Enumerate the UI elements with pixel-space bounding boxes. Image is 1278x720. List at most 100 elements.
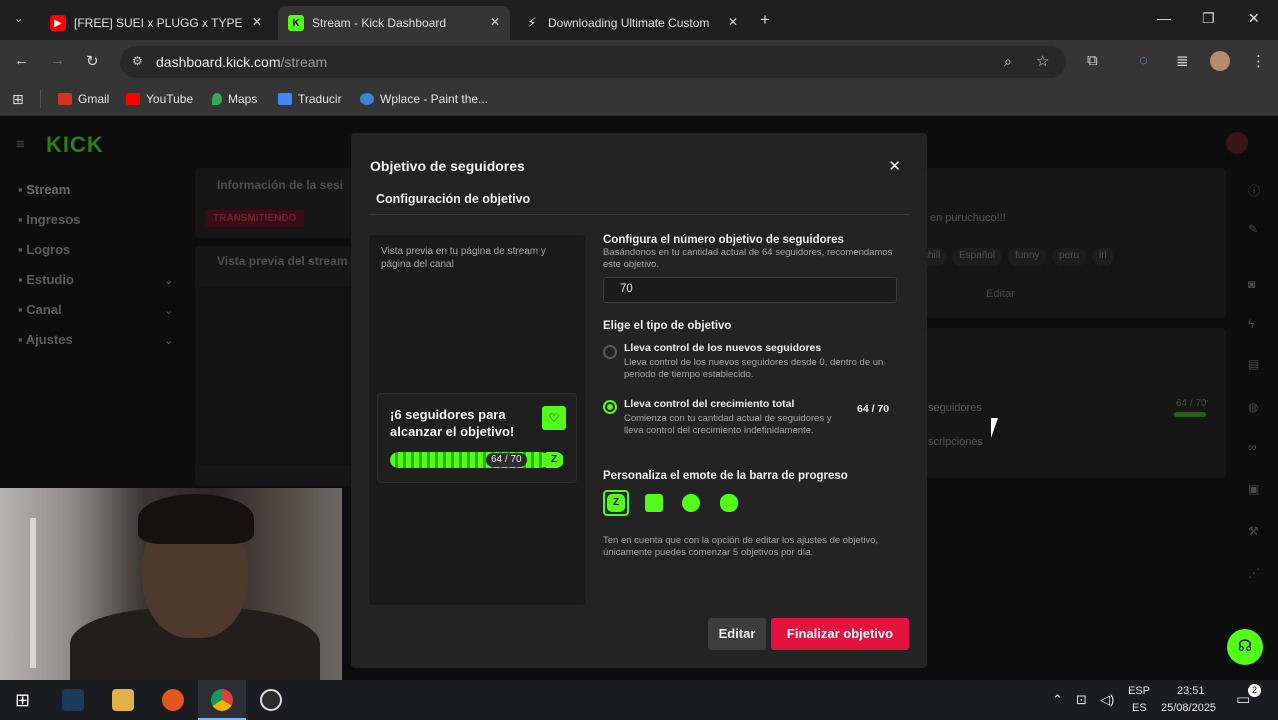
steam-icon[interactable] — [62, 689, 84, 711]
bookmark-label: Maps — [228, 92, 258, 106]
kick-logo[interactable]: KICK — [46, 132, 104, 158]
profile-avatar[interactable] — [1210, 51, 1230, 71]
finish-goal-button[interactable]: Finalizar objetivo — [771, 618, 909, 650]
emote-option-1[interactable]: Z — [603, 490, 629, 516]
bookmark-youtube[interactable]: YouTube — [126, 92, 193, 106]
note-icon[interactable]: ▤ — [1248, 357, 1259, 371]
live-status-badge: TRANSMITIENDO — [205, 210, 305, 227]
chat-icon[interactable]: ◍ — [1248, 400, 1258, 414]
user-avatar[interactable] — [1226, 132, 1248, 154]
sidebar-item-stream[interactable]: ▪ Stream — [18, 182, 70, 197]
emote-option-4[interactable] — [716, 490, 742, 516]
close-tab-icon[interactable]: ✕ — [490, 15, 500, 29]
apps-grid-icon[interactable]: ⊞ — [12, 91, 24, 108]
close-tab-icon[interactable]: ✕ — [252, 15, 262, 29]
preview-caption: Vista previa en tu página de stream y pá… — [381, 246, 546, 270]
edit-stream-info-button[interactable]: Editar — [986, 288, 1015, 300]
app-icon[interactable] — [162, 689, 184, 711]
close-icon[interactable]: ✕ — [888, 157, 901, 175]
face-emote-icon — [720, 494, 738, 512]
new-tab-icon[interactable]: + — [760, 10, 770, 30]
sidebar-item-label: Canal — [26, 302, 62, 317]
goal-type-label: Elige el tipo de objetivo — [603, 320, 732, 332]
tab-downloading[interactable]: ⚡ Downloading Ultimate Custom ✕ — [514, 6, 748, 40]
chrome-icon[interactable] — [211, 689, 233, 711]
sidebar-item-label: Ingresos — [26, 212, 81, 227]
goal-label: seguidores — [928, 402, 982, 414]
camera-icon[interactable]: ◙ — [1248, 277, 1255, 291]
emote-label: Personaliza el emote de la barra de prog… — [603, 470, 848, 482]
emote-option-3[interactable] — [678, 490, 704, 516]
storefront-icon[interactable]: ▣ — [1248, 482, 1259, 496]
sidebar-item-ingresos[interactable]: ▪ Ingresos — [18, 212, 80, 227]
restore-icon[interactable]: ❐ — [1202, 10, 1215, 27]
url-text: dashboard.kick.com/stream — [156, 54, 327, 70]
reload-icon[interactable]: ↻ — [86, 52, 99, 70]
url-host: dashboard.kick.com — [156, 54, 281, 70]
forward-icon[interactable]: → — [50, 52, 65, 69]
translate-icon — [278, 93, 292, 105]
webcam-person-hair — [138, 494, 254, 544]
back-icon[interactable]: ← — [14, 52, 29, 69]
sidebar-item-ajustes[interactable]: ▪ Ajustes — [18, 332, 73, 347]
bookmark-divider — [40, 90, 41, 108]
stream-preview-panel: Vista previa del stream — [195, 246, 355, 486]
emote-option-2[interactable] — [641, 490, 667, 516]
volume-icon[interactable]: ◁) — [1100, 692, 1114, 708]
bookmark-traducir[interactable]: Traducir — [278, 92, 342, 106]
zoom-icon[interactable]: ⌕ — [1004, 53, 1012, 70]
hamburger-icon[interactable]: ≡ — [16, 136, 25, 153]
clock-date[interactable]: 25/08/2025 — [1161, 702, 1216, 714]
bookmark-gmail[interactable]: Gmail — [58, 92, 109, 106]
radio-total-growth[interactable] — [603, 400, 617, 414]
radio-new-followers[interactable] — [603, 345, 617, 359]
clock-time[interactable]: 23:51 — [1177, 685, 1205, 697]
bookmark-maps[interactable]: Maps — [212, 92, 257, 106]
wrench-icon[interactable]: ⚒ — [1248, 524, 1259, 538]
target-followers-input[interactable]: 70 — [603, 277, 897, 303]
media-controls-icon[interactable]: ≣ — [1176, 52, 1189, 70]
pencil-icon[interactable]: ✎ — [1248, 222, 1258, 236]
sidebar-item-estudio[interactable]: ▪ Estudio — [18, 272, 74, 287]
sidebar-item-canal[interactable]: ▪ Canal — [18, 302, 62, 317]
bookmark-wplace[interactable]: Wplace - Paint the... — [360, 92, 488, 106]
close-window-icon[interactable]: ✕ — [1248, 10, 1260, 27]
chevron-down-icon: ⌄ — [164, 275, 174, 287]
language-top[interactable]: ESP — [1128, 685, 1150, 697]
link-icon[interactable]: ∞ — [1248, 440, 1257, 454]
close-tab-icon[interactable]: ✕ — [728, 15, 738, 29]
info-icon[interactable]: ⓘ — [1248, 182, 1260, 199]
extensions-icon[interactable]: ⧉ — [1087, 52, 1098, 69]
bookmark-star-icon[interactable]: ☆ — [1036, 52, 1049, 70]
goal-count: 64 / 70 — [1176, 398, 1207, 409]
address-bar[interactable]: ⚙ dashboard.kick.com/stream ⌕ ☆ — [120, 46, 1066, 78]
minimize-icon[interactable]: — — [1157, 10, 1171, 26]
loading-extension-icon[interactable]: ◌ — [1139, 52, 1148, 69]
kick-icon: K — [288, 15, 304, 31]
notifications-count: 2 — [1248, 684, 1261, 697]
windows-start-icon[interactable]: ⊞ — [15, 690, 30, 711]
bookmarks-bar: ⊞ Gmail YouTube Maps Traducir Wplace - P… — [0, 84, 1278, 116]
support-chat-button[interactable]: ☊ — [1227, 629, 1263, 665]
menu-icon[interactable]: ⋮ — [1251, 52, 1266, 70]
tab-search-icon[interactable]: ⌄ — [14, 12, 23, 25]
tab-youtube[interactable]: ▶ [FREE] SUEI x PLUGG x TYPE BEA ✕ — [40, 6, 272, 40]
limit-note: Ten en cuenta que con la opción de edita… — [603, 535, 879, 558]
youtube-icon: ▶ — [50, 15, 66, 31]
tab-kick-dashboard[interactable]: K Stream - Kick Dashboard ✕ — [278, 6, 510, 40]
site-info-icon[interactable]: ⚙ — [132, 54, 143, 68]
tag-pill: peru — [1052, 248, 1087, 266]
edit-button[interactable]: Editar — [708, 618, 766, 650]
tray-expand-icon[interactable]: ⌃ — [1052, 692, 1063, 708]
lightning-icon[interactable]: ϟ — [1248, 317, 1254, 331]
language-bottom[interactable]: ES — [1132, 702, 1147, 714]
network-icon[interactable]: ⊡ — [1076, 692, 1087, 708]
sidebar-item-logros[interactable]: ▪ Logros — [18, 242, 70, 257]
sidebar-item-label: Stream — [26, 182, 71, 197]
file-explorer-icon[interactable] — [112, 689, 134, 711]
goal-preview-card: ¡6 seguidores para alcanzar el objetivo!… — [377, 393, 577, 483]
obs-icon[interactable] — [260, 689, 282, 711]
goal-card-text: ¡6 seguidores para alcanzar el objetivo! — [390, 407, 515, 439]
tab-title: [FREE] SUEI x PLUGG x TYPE BEA — [74, 16, 244, 30]
share-icon[interactable]: ⋰ — [1248, 566, 1260, 580]
